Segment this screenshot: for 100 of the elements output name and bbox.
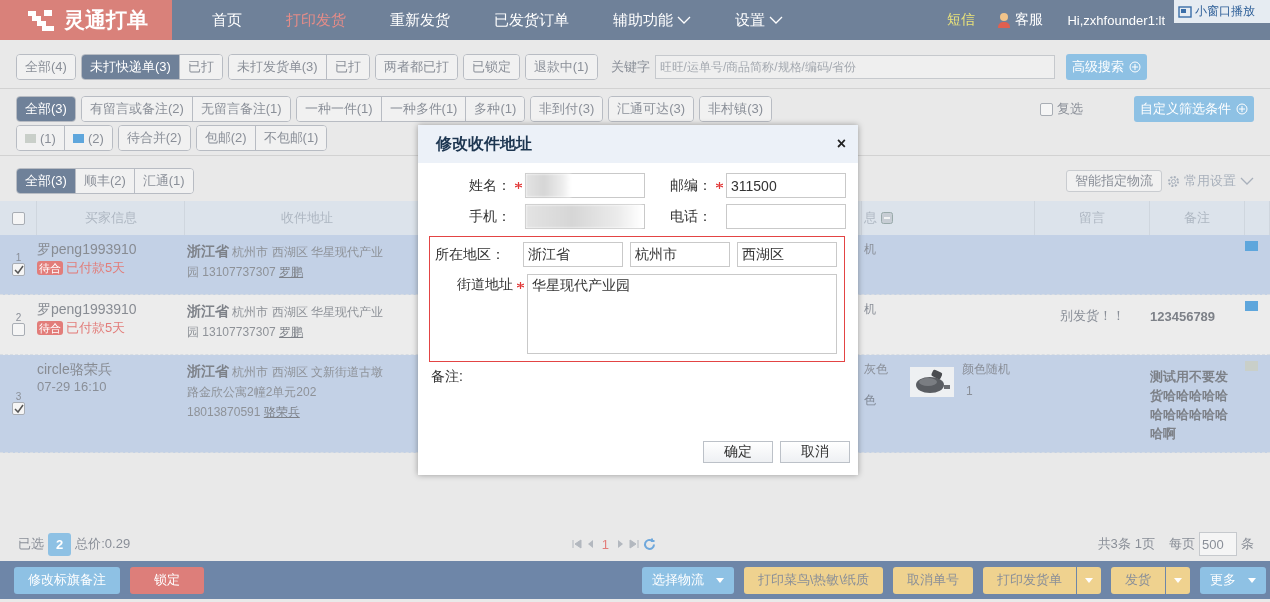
filter-button[interactable]: 非到付(3) xyxy=(531,97,603,121)
checkbox[interactable] xyxy=(11,211,25,225)
last-page-icon[interactable] xyxy=(628,539,639,549)
filter-button[interactable]: 退款中(1) xyxy=(525,55,597,79)
filter-button[interactable]: 两者都已打 xyxy=(375,55,457,79)
chevron-down-icon xyxy=(769,16,783,24)
row-number: 3 xyxy=(15,392,22,402)
window-icon xyxy=(1178,5,1192,18)
postcode-field[interactable]: 311500 xyxy=(726,173,846,198)
sms-link[interactable]: 短信 xyxy=(947,11,976,29)
collapse-icon[interactable] xyxy=(881,212,893,224)
nav-link[interactable]: 设置 xyxy=(713,10,805,30)
dropdown-toggle[interactable] xyxy=(1077,566,1101,594)
close-button[interactable]: × xyxy=(836,135,846,153)
next-page-icon[interactable] xyxy=(616,539,625,549)
logo-text: 灵通打单 xyxy=(64,7,148,33)
carrier-tab[interactable]: 全部(3) xyxy=(17,169,75,193)
smart-logistics-button[interactable]: 智能指定物流 xyxy=(1066,170,1162,192)
field-label: 电话： xyxy=(669,207,712,226)
toolbar-button[interactable]: 打印菜鸟\热敏\纸质 xyxy=(743,566,883,594)
checkbox[interactable] xyxy=(12,402,25,415)
dialog-button[interactable]: 确定 xyxy=(703,441,773,463)
buyer-name: 罗peng1993910 xyxy=(37,301,137,319)
payment-status: 已付款5天 xyxy=(66,319,126,337)
total-count: 共3条 xyxy=(1097,535,1131,553)
chevron-down-icon xyxy=(1240,177,1254,185)
filter-button[interactable]: 不包邮(1) xyxy=(254,126,327,150)
flag-icon[interactable] xyxy=(1245,241,1258,251)
filter-button[interactable]: 已打 xyxy=(325,55,369,79)
toolbar-button[interactable]: 打印发货单 xyxy=(983,566,1076,594)
common-settings-button[interactable]: 常用设置 xyxy=(1167,172,1254,190)
product-variant: 颜色随机 xyxy=(962,361,1010,378)
checkbox[interactable] xyxy=(12,263,25,276)
caret-icon xyxy=(715,577,724,583)
filter-button[interactable]: 未打快递单(3) xyxy=(81,55,179,79)
address-text: 浙江省 杭州市 西湖区 文新街道古墩路金欣公寓2幢2单元202 18013870591 骆荣兵 xyxy=(186,362,384,421)
toolbar-button[interactable]: 锁定 xyxy=(130,566,204,594)
street-address-field[interactable]: 华星现代产业园 xyxy=(527,274,837,354)
field-label: 所在地区： xyxy=(435,245,506,264)
checkbox[interactable] xyxy=(12,323,25,336)
mobile-field[interactable] xyxy=(525,204,645,229)
first-page-icon[interactable] xyxy=(571,539,582,549)
field-label: 邮编： xyxy=(669,176,712,195)
dialog-button[interactable]: 取消 xyxy=(780,441,850,463)
checkbox[interactable] xyxy=(1040,102,1053,116)
filter-button[interactable]: 多种(1) xyxy=(465,97,525,121)
toolbar-button[interactable]: 取消单号 xyxy=(893,566,973,594)
mini-window-button[interactable]: 小窗口播放 xyxy=(1174,0,1270,23)
filter-button[interactable]: (2) xyxy=(63,126,112,150)
buyer-name: 罗peng1993910 xyxy=(37,241,137,259)
nav-link[interactable]: 重新发货 xyxy=(368,10,472,30)
caret-icon xyxy=(1085,577,1093,583)
product-spec: 机 xyxy=(864,301,876,318)
toolbar-button[interactable]: 发货 xyxy=(1111,566,1165,594)
advanced-search-button[interactable]: 高级搜索 xyxy=(1065,54,1147,80)
per-page-field[interactable]: 500 xyxy=(1199,532,1237,556)
payment-status: 已付款5天 xyxy=(66,259,126,277)
filter-button[interactable]: 汇通可达(3) xyxy=(609,97,694,121)
name-field[interactable] xyxy=(525,173,645,198)
region-select[interactable]: 西湖区 xyxy=(737,242,837,267)
phone-field[interactable] xyxy=(726,204,846,229)
per-page-label: 每页 xyxy=(1169,535,1195,553)
per-page-unit: 条 xyxy=(1241,535,1254,553)
carrier-tab[interactable]: 汇通(1) xyxy=(133,169,193,193)
region-select[interactable]: 杭州市 xyxy=(630,242,730,267)
merge-tag: 待合 xyxy=(37,261,63,275)
dropdown-toggle[interactable] xyxy=(1166,566,1190,594)
flag-icon[interactable] xyxy=(1245,361,1258,371)
customer-service-link[interactable]: 客服 xyxy=(1015,11,1044,29)
nav-link[interactable]: 已发货订单 xyxy=(472,10,591,30)
nav-link[interactable]: 打印发货 xyxy=(264,10,368,30)
dropdown-button[interactable]: 选择物流 xyxy=(641,566,734,594)
custom-filter-button[interactable]: 自定义筛选条件 xyxy=(1134,96,1254,122)
filter-button[interactable]: 待合并(2) xyxy=(118,126,190,150)
filter-button[interactable]: 已锁定 xyxy=(463,55,519,79)
refresh-icon[interactable] xyxy=(642,537,656,551)
current-page: 1 xyxy=(601,536,609,552)
filter-button[interactable]: 全部(3) xyxy=(17,97,75,121)
filter-button[interactable]: 已打 xyxy=(178,55,222,79)
product-spec: 灰色 xyxy=(864,361,888,378)
logo-icon xyxy=(26,7,56,33)
flag-icon[interactable] xyxy=(1245,301,1258,311)
field-label: 姓名： xyxy=(468,176,511,195)
filter-button[interactable]: 无留言备注(1) xyxy=(191,97,290,121)
region-select[interactable]: 浙江省 xyxy=(523,242,623,267)
plus-circle-icon xyxy=(1128,61,1141,73)
quantity: 1 xyxy=(966,384,974,398)
filter-button[interactable]: 非村镇(3) xyxy=(700,97,771,121)
nav-link[interactable]: 辅助功能 xyxy=(591,10,713,30)
nav-link[interactable]: 首页 xyxy=(190,10,264,30)
toolbar-button[interactable]: 修改标旗备注 xyxy=(14,566,120,594)
row-number: 1 xyxy=(15,253,22,263)
keyword-label: 关键字 xyxy=(610,58,650,76)
buyer-name: circle骆荣兵 xyxy=(37,361,112,379)
total-price: 总价:0.29 xyxy=(75,535,131,553)
logo[interactable]: 灵通打单 xyxy=(0,0,172,40)
dropdown-button[interactable]: 更多 xyxy=(1200,566,1266,594)
product-spec: 色 xyxy=(864,392,877,409)
keyword-field[interactable]: 旺旺/运单号/商品简称/规格/编码/省份 xyxy=(654,55,1055,79)
filter-button[interactable]: 全部(4) xyxy=(17,55,75,79)
